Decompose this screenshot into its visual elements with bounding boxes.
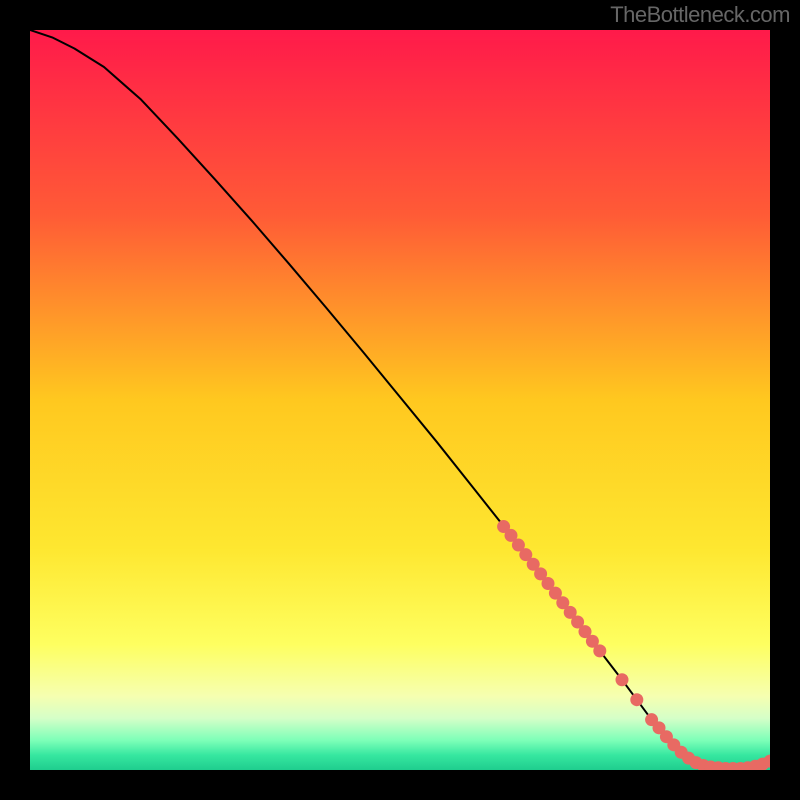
gradient-background	[30, 30, 770, 770]
marker-dot	[593, 644, 606, 657]
chart-svg	[30, 30, 770, 770]
watermark-label: TheBottleneck.com	[610, 2, 790, 28]
marker-dot	[630, 693, 643, 706]
marker-dot	[616, 673, 629, 686]
chart-container: TheBottleneck.com	[0, 0, 800, 800]
plot-area	[30, 30, 770, 770]
